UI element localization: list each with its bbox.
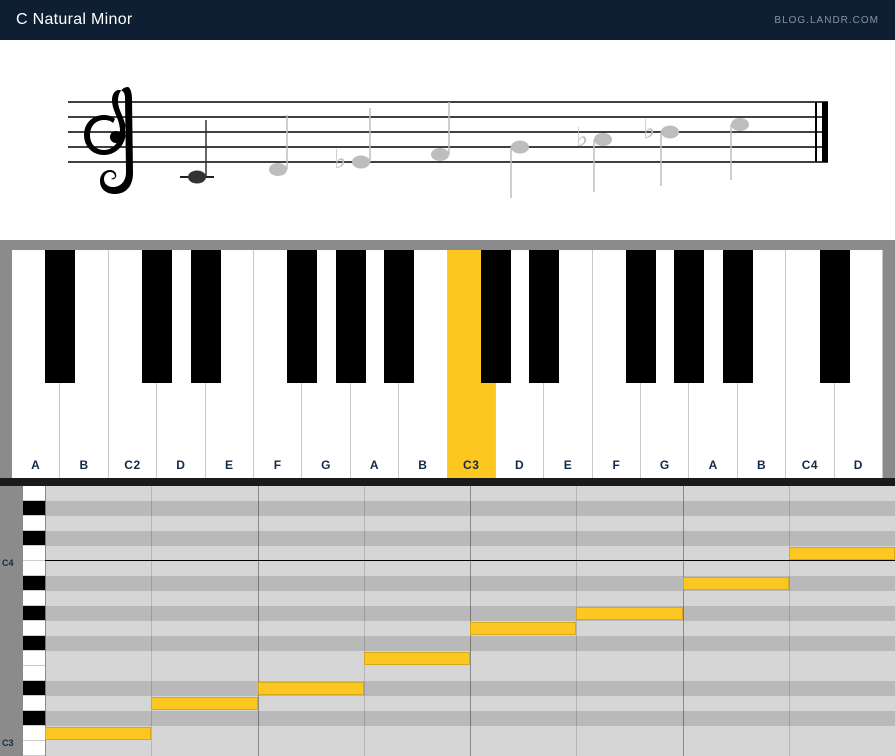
piano-keyboard[interactable]: A B C2 D E F G A B C3 D E F G A B C4 D [12, 250, 883, 478]
key-label: D [854, 458, 863, 472]
treble-clef-icon [84, 87, 133, 194]
note-bb3 [661, 126, 679, 139]
octave-label: C3 [2, 738, 14, 748]
key-label: G [321, 458, 331, 472]
staff-panel: ♭ ♭ ♭ [0, 40, 895, 240]
black-key[interactable] [529, 250, 559, 383]
black-key[interactable] [45, 250, 75, 383]
key-label: B [418, 458, 427, 472]
key-label: B [80, 458, 89, 472]
key-label: C2 [124, 458, 140, 472]
grid-column-line [576, 486, 577, 756]
octave-label: C4 [2, 558, 14, 568]
black-key[interactable] [142, 250, 172, 383]
key-label: G [660, 458, 670, 472]
note-f3 [431, 148, 449, 161]
header: C Natural Minor BLOG.LANDR.COM [0, 0, 895, 40]
black-key[interactable] [336, 250, 366, 383]
staff-svg: ♭ ♭ ♭ [68, 80, 828, 210]
midi-note[interactable] [151, 697, 257, 710]
mini-key-d4 [23, 516, 45, 531]
key-label: A [31, 458, 40, 472]
key-label: D [176, 458, 185, 472]
key-label: E [225, 458, 234, 472]
grid-column-line [151, 486, 152, 756]
mini-key-bb3 [23, 576, 45, 591]
keyboard-panel: A B C2 D E F G A B C3 D E F G A B C4 D [0, 240, 895, 478]
mini-key-db4 [23, 531, 45, 546]
roll-divider [0, 478, 895, 486]
midi-note[interactable] [789, 547, 895, 560]
svg-text:♭: ♭ [334, 144, 346, 174]
black-key[interactable] [481, 250, 511, 383]
mini-key-ab3 [23, 606, 45, 621]
key-label: C3 [463, 458, 479, 472]
midi-note[interactable] [45, 727, 151, 740]
grid-column-line [683, 486, 684, 756]
piano-roll-gutter: C4 C3 [0, 486, 45, 756]
mini-key-f3 [23, 651, 45, 666]
grid-column-line [45, 486, 46, 756]
mini-key-d3 [23, 696, 45, 711]
mini-key-b3 [23, 561, 45, 576]
key-label: F [274, 458, 282, 472]
mini-key-db3 [23, 711, 45, 726]
mini-key-g3 [23, 621, 45, 636]
mini-key-eb3 [23, 681, 45, 696]
midi-note[interactable] [683, 577, 789, 590]
key-label: E [564, 458, 573, 472]
mini-keyboard [23, 486, 45, 756]
mini-key-a3 [23, 591, 45, 606]
mini-key-e4 [23, 486, 45, 501]
mini-key-c3 [23, 726, 45, 741]
grid-column-line [364, 486, 365, 756]
mini-key-e3 [23, 666, 45, 681]
mini-key-eb4 [23, 501, 45, 516]
midi-note[interactable] [576, 607, 682, 620]
svg-text:♭: ♭ [643, 114, 655, 144]
note-eb3 [352, 156, 370, 169]
grid-column-line [258, 486, 259, 756]
svg-text:♭: ♭ [576, 122, 588, 152]
black-key[interactable] [723, 250, 753, 383]
grid-column-line [789, 486, 790, 756]
mini-key-gb3 [23, 636, 45, 651]
note-ab3 [594, 133, 612, 146]
key-label: C4 [802, 458, 818, 472]
black-key[interactable] [384, 250, 414, 383]
key-label: A [709, 458, 718, 472]
key-label: A [370, 458, 379, 472]
black-key[interactable] [626, 250, 656, 383]
mini-key-b2 [23, 741, 45, 756]
midi-note[interactable] [364, 652, 470, 665]
black-key[interactable] [191, 250, 221, 383]
key-label: F [612, 458, 620, 472]
grid-column-line [470, 486, 471, 756]
note-c3 [188, 171, 206, 184]
key-label: D [515, 458, 524, 472]
piano-roll-panel: C4 C3 [0, 486, 895, 756]
piano-roll-grid[interactable] [45, 486, 895, 756]
midi-note[interactable] [470, 622, 576, 635]
black-key[interactable] [820, 250, 850, 383]
black-key[interactable] [287, 250, 317, 383]
midi-note[interactable] [258, 682, 364, 695]
c4-line [45, 560, 895, 561]
note-g3 [511, 141, 529, 154]
black-key[interactable] [674, 250, 704, 383]
music-staff: ♭ ♭ ♭ [68, 80, 828, 210]
page-title: C Natural Minor [16, 11, 133, 29]
note-c4 [731, 118, 749, 131]
key-label: B [757, 458, 766, 472]
note-d3 [269, 163, 287, 176]
mini-key-c4 [23, 546, 45, 561]
source-label: BLOG.LANDR.COM [774, 15, 879, 26]
